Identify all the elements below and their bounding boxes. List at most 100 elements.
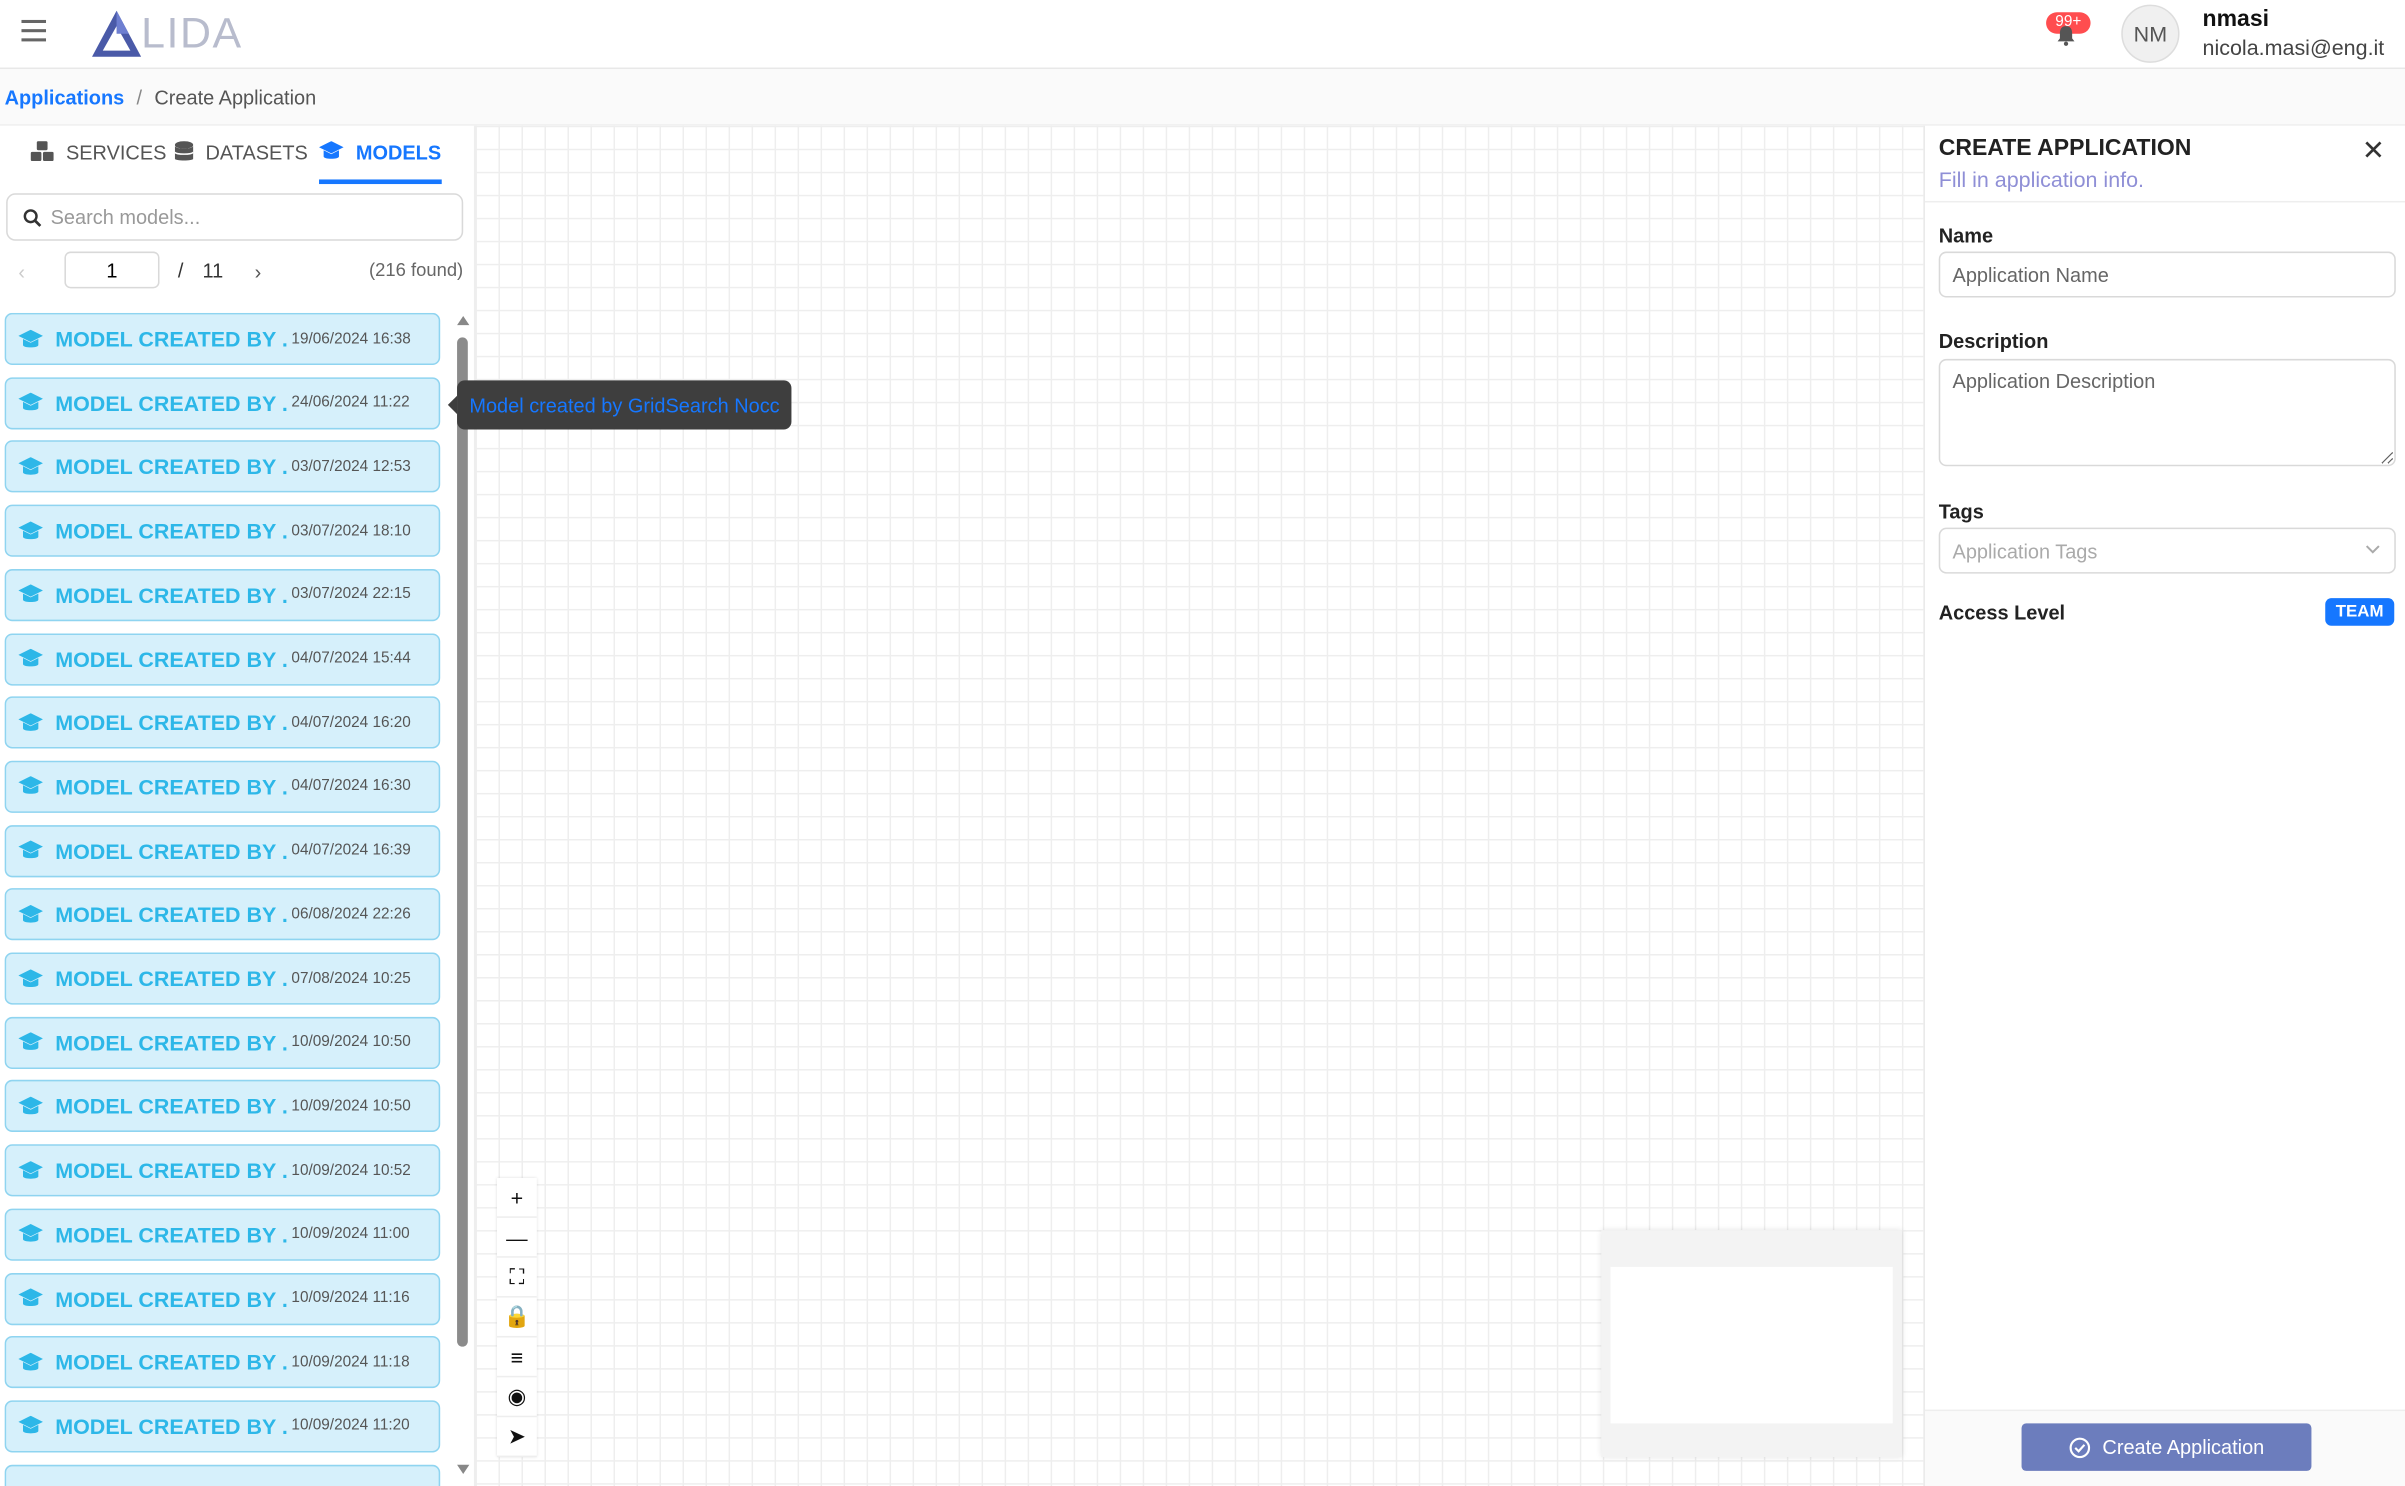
- model-date: 10/09/2024 11:18: [291, 1353, 410, 1371]
- total-pages: 11: [202, 259, 224, 283]
- model-list-item[interactable]: MODEL CREATED BY ... 10/09/2024 11:18: [4, 1336, 441, 1389]
- model-list-item[interactable]: MODEL CREATED BY ... 10/09/2024 10:50: [4, 1016, 441, 1069]
- model-date: 03/07/2024 18:10: [291, 522, 411, 540]
- model-list: MODEL CREATED BY ... 19/06/2024 16:38 MODE…: [4, 312, 442, 1486]
- model-date: 10/09/2024 10:50: [291, 1034, 411, 1051]
- lida-logo[interactable]: LIDA: [89, 6, 243, 61]
- hamburger-menu-icon[interactable]: [21, 19, 47, 45]
- model-date: 10/09/2024 10:50: [291, 1098, 411, 1115]
- tab-services[interactable]: SERVICES: [30, 141, 167, 184]
- access-level-toggle[interactable]: TEAM: [2324, 598, 2395, 626]
- graduation-cap-icon: [319, 141, 344, 161]
- graduation-cap-icon: [18, 329, 43, 349]
- minimap-viewport[interactable]: [1610, 1266, 1893, 1424]
- access-level-label: Access Level: [1938, 601, 2066, 625]
- scroll-thumb[interactable]: [457, 337, 468, 1347]
- model-title: MODEL CREATED BY ...: [55, 710, 289, 735]
- close-icon[interactable]: ✕: [2362, 135, 2385, 167]
- model-date: 03/07/2024 22:15: [291, 586, 411, 604]
- next-page-icon[interactable]: ›: [255, 261, 262, 284]
- graduation-cap-icon: [18, 392, 43, 413]
- tab-models[interactable]: MODELS: [319, 141, 442, 185]
- page-number-input[interactable]: [64, 251, 160, 289]
- model-title: MODEL CREATED BY ...: [55, 518, 289, 544]
- breadcrumb: Applications / Create Application: [0, 69, 2405, 126]
- model-title: MODEL CREATED BY ...: [55, 902, 289, 927]
- hide-icon[interactable]: ◉: [496, 1377, 537, 1418]
- model-list-item[interactable]: MODEL CREATED BY ... 10/09/2024 11:16: [4, 1272, 441, 1325]
- model-list-item[interactable]: MODEL CREATED BY ... 04/07/2024 16:30: [4, 760, 441, 813]
- graduation-cap-icon: [18, 1096, 43, 1116]
- model-title: MODEL CREATED BY ...: [55, 326, 289, 352]
- graduation-cap-icon: [18, 968, 43, 989]
- model-list-item[interactable]: MODEL CREATED BY ... 07/08/2024 10:25: [4, 952, 441, 1005]
- graduation-cap-icon: [18, 904, 43, 925]
- tab-label: DATASETS: [205, 141, 308, 165]
- search-input[interactable]: [50, 205, 435, 229]
- flow-canvas[interactable]: + — ⛶ 🔒 ≡ ◉ ➤: [475, 125, 1924, 1486]
- logo-text: LIDA: [141, 9, 243, 57]
- model-list-item[interactable]: MODEL CREATED BY ... 06/08/2024 22:26: [4, 888, 441, 941]
- tab-label: MODELS: [355, 141, 442, 165]
- application-tags-select[interactable]: Application Tags: [1938, 527, 2396, 574]
- model-list-item[interactable]: MODEL CREATED BY ... 03/07/2024 18:10: [4, 504, 441, 557]
- model-list-item[interactable]: MODEL CREATED BY ... 10/09/2024 11:20: [4, 1400, 441, 1453]
- bell-icon: [2057, 26, 2075, 46]
- zoom-in-icon[interactable]: +: [496, 1178, 537, 1218]
- fit-view-icon[interactable]: ⛶: [496, 1258, 537, 1298]
- graduation-cap-icon: [18, 1352, 43, 1372]
- notifications[interactable]: 99+: [2046, 12, 2101, 52]
- model-title: MODEL CREATED BY ...: [55, 646, 289, 672]
- prev-page-icon[interactable]: ‹: [18, 261, 25, 284]
- tab-datasets[interactable]: DATASETS: [174, 141, 308, 184]
- model-date: 06/08/2024 22:26: [291, 906, 411, 924]
- graduation-cap-icon: [18, 712, 43, 733]
- model-list-item[interactable]: MODEL CREATED BY ... 19/06/2024 16:38: [4, 312, 441, 366]
- model-list-item[interactable]: MODEL CREATED BY ... 03/07/2024 22:15: [4, 568, 441, 621]
- model-list-item[interactable]: MODEL CREATED BY ... 04/07/2024 15:44: [4, 632, 441, 685]
- model-list-item[interactable]: [4, 1464, 441, 1486]
- tab-label: SERVICES: [65, 141, 167, 165]
- model-list-item[interactable]: MODEL CREATED BY ... 03/07/2024 12:53: [4, 440, 441, 493]
- user-name: nmasi: [2202, 6, 2270, 33]
- chevron-down-icon: [2364, 540, 2382, 563]
- avatar[interactable]: NM: [2121, 4, 2180, 63]
- pagination: ‹ / 11 › (216 found): [0, 251, 475, 292]
- graduation-cap-icon: [18, 840, 43, 861]
- model-list-scrollbar[interactable]: [454, 313, 472, 1486]
- model-list-item[interactable]: MODEL CREATED BY ... 24/06/2024 11:22: [4, 376, 441, 429]
- lock-icon[interactable]: 🔒: [496, 1298, 537, 1338]
- scroll-down-icon[interactable]: [457, 1464, 470, 1474]
- panel-header: CREATE APPLICATION Fill in application i…: [1924, 126, 2405, 203]
- description-label: Description: [1938, 329, 2049, 353]
- menu-icon[interactable]: ≡: [496, 1337, 537, 1378]
- model-title: MODEL CREATED BY ...: [55, 1350, 289, 1375]
- model-list-item[interactable]: MODEL CREATED BY ... 10/09/2024 11:00: [4, 1208, 441, 1261]
- graduation-cap-icon: [18, 584, 43, 605]
- application-description-input[interactable]: [1938, 358, 2396, 467]
- graduation-cap-icon: [18, 1288, 43, 1308]
- create-application-button[interactable]: Create Application: [2021, 1423, 2312, 1471]
- canvas-controls: + — ⛶ 🔒 ≡ ◉ ➤: [496, 1177, 537, 1458]
- user-email: nicola.masi@eng.it: [2202, 35, 2385, 60]
- breadcrumb-applications-link[interactable]: Applications: [5, 85, 125, 108]
- model-date: 04/07/2024 16:39: [291, 842, 411, 860]
- panel-subtitle: Fill in application info.: [1938, 167, 2145, 192]
- zoom-out-icon[interactable]: —: [496, 1218, 537, 1258]
- model-list-item[interactable]: MODEL CREATED BY ... 10/09/2024 10:52: [4, 1144, 441, 1197]
- top-bar: LIDA 99+ NM nmasi nicola.masi@eng.it: [0, 0, 2405, 70]
- panel-footer: Create Application: [1924, 1409, 2405, 1486]
- model-title: MODEL CREATED BY ...: [55, 1158, 289, 1183]
- model-list-item[interactable]: MODEL CREATED BY ... 04/07/2024 16:20: [4, 696, 441, 749]
- cubes-icon: [30, 141, 54, 162]
- locate-icon[interactable]: ➤: [496, 1417, 537, 1458]
- model-title: MODEL CREATED BY ...: [55, 454, 289, 480]
- model-list-item[interactable]: MODEL CREATED BY ... 04/07/2024 16:39: [4, 824, 441, 877]
- application-name-input[interactable]: [1938, 251, 2396, 298]
- model-list-item[interactable]: MODEL CREATED BY ... 10/09/2024 10:50: [4, 1080, 441, 1133]
- scroll-up-icon[interactable]: [457, 315, 470, 326]
- page-separator: /: [177, 259, 184, 283]
- graduation-cap-icon: [18, 648, 43, 669]
- minimap[interactable]: [1601, 1230, 1902, 1458]
- model-date: 10/09/2024 11:16: [291, 1289, 410, 1307]
